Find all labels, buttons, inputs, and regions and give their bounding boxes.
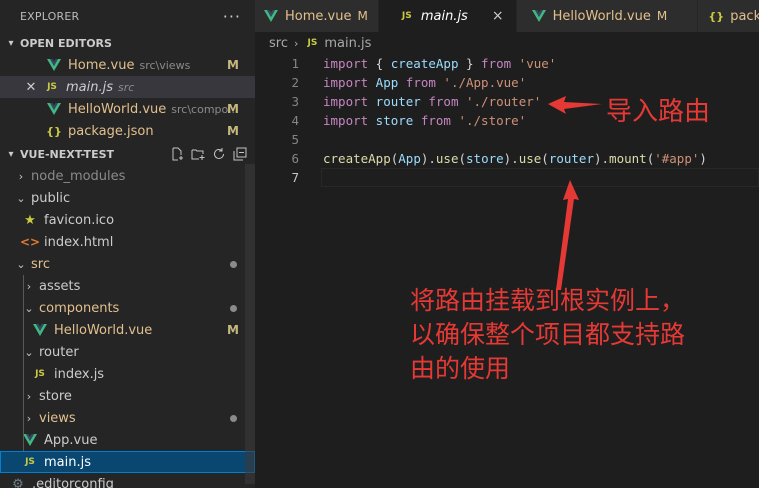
- mount-router-annotation: 将路由挂载到根实例上， 以确保整个项目都支持路 由的使用: [410, 284, 685, 386]
- import-router-annotation: 导入路由: [606, 97, 711, 127]
- arrow-to-use-router: [556, 180, 579, 290]
- annotation-arrows: [548, 96, 602, 290]
- annotation-line: 以确保整个项目都支持路: [410, 320, 686, 349]
- arrow-to-import-router: [548, 96, 602, 114]
- annotation-line: 将路由挂载到根实例上，: [410, 286, 686, 315]
- annotation-line: 由的使用: [410, 354, 511, 383]
